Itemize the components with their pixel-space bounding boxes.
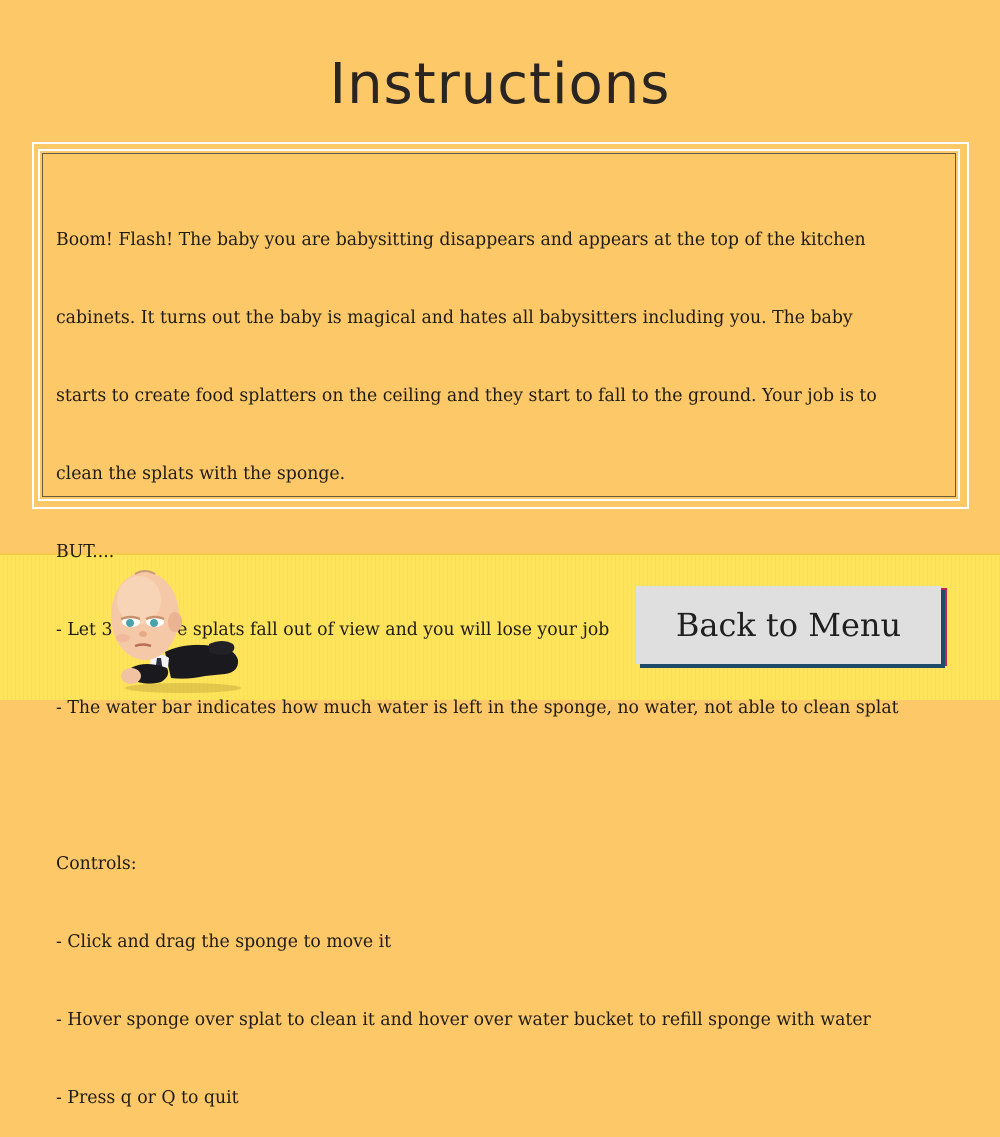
instruction-line: - Click and drag the sponge to move it bbox=[56, 932, 392, 952]
instruction-line: clean the splats with the sponge. bbox=[56, 464, 346, 484]
instruction-line: Controls: bbox=[56, 854, 137, 874]
instruction-line: starts to create food splatters on the c… bbox=[56, 386, 877, 406]
page-title: Instructions bbox=[329, 52, 671, 117]
back-to-menu-label: Back to Menu bbox=[675, 606, 902, 644]
instruction-line bbox=[56, 773, 956, 799]
instruction-line: Boom! Flash! The baby you are babysittin… bbox=[56, 230, 866, 250]
instruction-line: cabinets. It turns out the baby is magic… bbox=[56, 308, 853, 328]
instruction-line: - Press q or Q to quit bbox=[56, 1088, 239, 1108]
back-to-menu-button[interactable]: Back to Menu bbox=[636, 586, 941, 664]
boss-baby-sprite bbox=[105, 560, 245, 695]
instruction-line: - Hover sponge over splat to clean it an… bbox=[56, 1010, 871, 1030]
instruction-line: - The water bar indicates how much water… bbox=[56, 698, 899, 718]
